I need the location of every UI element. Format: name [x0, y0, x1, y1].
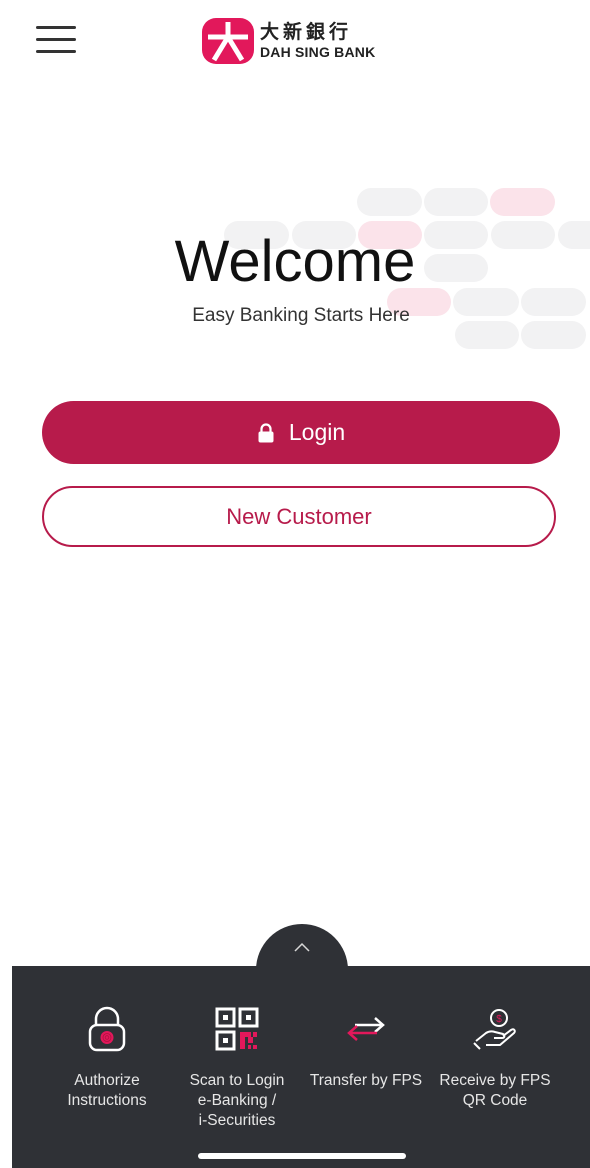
lock-icon: [258, 422, 274, 442]
new-customer-button-label: New Customer: [226, 503, 372, 529]
new-customer-button[interactable]: New Customer: [42, 486, 556, 547]
chevron-up-icon: [294, 942, 310, 952]
padlock-fingerprint-icon: [88, 1006, 126, 1052]
hand-coin-icon: $: [473, 1009, 516, 1050]
hamburger-menu-icon: [36, 26, 76, 29]
qr-code-icon: [215, 1007, 259, 1051]
logo-english-name: DAH SING BANK: [260, 44, 376, 60]
dah-sing-logo-icon: [202, 18, 254, 64]
logo-chinese-name: 大新銀行: [260, 21, 353, 43]
login-button[interactable]: Login: [42, 401, 560, 464]
quick-action-label: Transfer by FPS: [309, 1072, 423, 1089]
page-title: Welcome: [174, 229, 416, 294]
home-indicator: [198, 1153, 406, 1159]
transfer-arrows-icon: [347, 1017, 385, 1041]
svg-text:$: $: [496, 1014, 502, 1025]
quick-action-scan-to-login[interactable]: Scan to Login e-Banking / i-Securities: [167, 966, 307, 1136]
page-subtitle: Easy Banking Starts Here: [192, 305, 410, 326]
login-button-label: Login: [288, 419, 346, 445]
quick-actions-panel: Authorize Instructions Scan to Login e-B…: [12, 966, 590, 1168]
quick-action-authorize-instructions[interactable]: Authorize Instructions: [37, 966, 177, 1136]
quick-action-label: Authorize Instructions: [67, 1072, 147, 1109]
quick-action-label: Receive by FPS QR Code: [439, 1072, 551, 1109]
dah-sing-bank-logo: 大新銀行 DAH SING BANK: [202, 18, 375, 64]
menu-button[interactable]: [36, 24, 78, 56]
page: 大新銀行 DAH SING BANK Welcome Easy Banking …: [0, 0, 590, 1168]
quick-action-label: Scan to Login e-Banking / i-Securities: [189, 1072, 285, 1129]
quick-action-transfer-by-fps[interactable]: Transfer by FPS: [296, 966, 436, 1136]
quick-action-receive-by-fps-qr[interactable]: $ Receive by FPS QR Code: [425, 966, 565, 1136]
